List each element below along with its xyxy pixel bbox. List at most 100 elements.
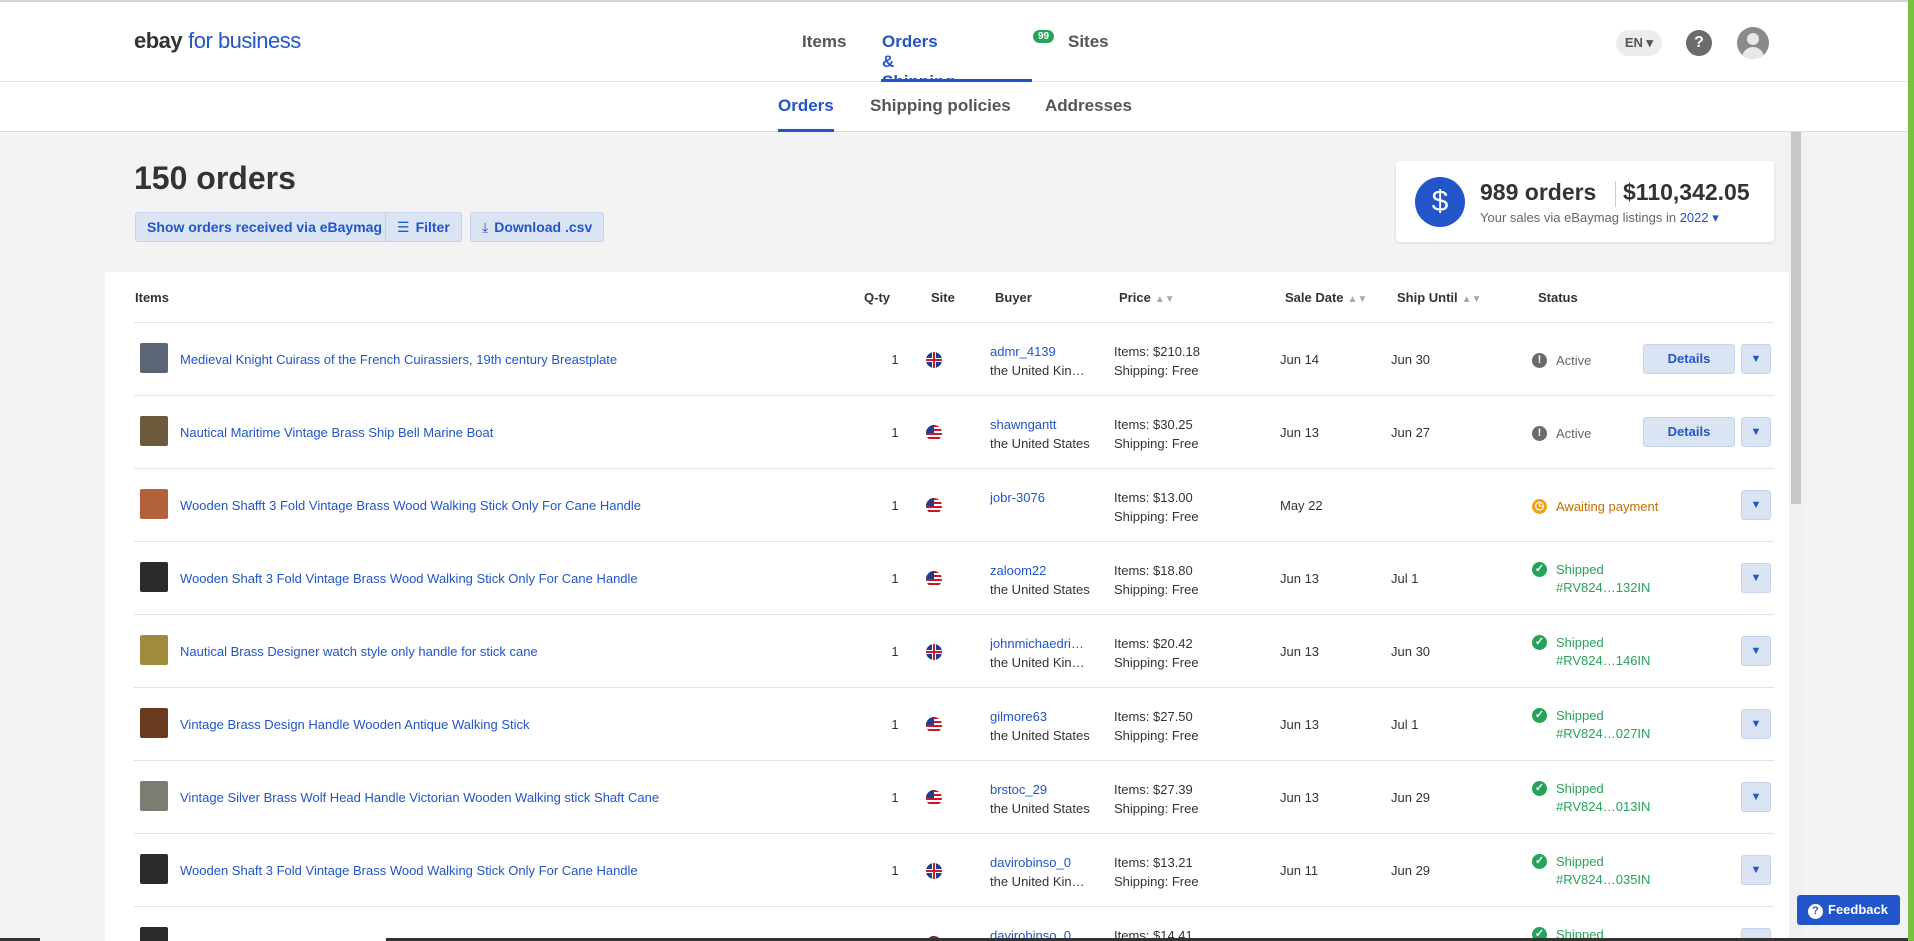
tracking-number[interactable]: #RV824…132IN: [1556, 580, 1650, 595]
sale-date: Jun 13: [1280, 717, 1320, 732]
item-thumbnail[interactable]: [140, 416, 168, 446]
item-title-link[interactable]: Wooden Shaft 3 Fold Vintage Brass Wood W…: [180, 571, 638, 586]
item-qty: 1: [891, 790, 899, 805]
chevron-down-icon[interactable]: ▼: [1741, 636, 1771, 666]
tab-active-indicator: [778, 129, 834, 132]
buyer-name-link[interactable]: johnmichaedri…: [990, 634, 1090, 653]
item-qty: 1: [891, 571, 899, 586]
chevron-down-icon[interactable]: ▼: [1741, 417, 1771, 447]
shipping-price: Shipping: Free: [1114, 728, 1199, 743]
item-thumbnail[interactable]: [140, 854, 168, 884]
avatar-head: [1747, 33, 1759, 45]
buyer-name-link[interactable]: gilmore63: [990, 707, 1090, 726]
item-thumbnail[interactable]: [140, 708, 168, 738]
user-avatar[interactable]: [1737, 27, 1769, 59]
price-cell: Items: $18.80 Shipping: Free: [1114, 561, 1199, 599]
shipping-price: Shipping: Free: [1114, 801, 1199, 816]
status-label: Active: [1556, 353, 1592, 368]
col-sale-date[interactable]: Sale Date ▲▼: [1285, 290, 1367, 305]
item-thumbnail[interactable]: [140, 927, 168, 941]
table-row[interactable]: Vintage Silver Brass Wolf Head Handle Vi…: [105, 761, 1789, 834]
col-ship-until[interactable]: Ship Until ▲▼: [1397, 290, 1481, 305]
buyer-name-link[interactable]: zaloom22: [990, 561, 1090, 580]
buyer-cell: shawngantt the United States: [990, 415, 1090, 453]
sale-date: Jun 13: [1280, 571, 1320, 586]
scrollbar-thumb[interactable]: [1791, 132, 1801, 504]
item-thumbnail[interactable]: [140, 343, 168, 373]
sale-date: Jun 14: [1280, 352, 1320, 367]
status-text: Shipped #RV824…027IN: [1556, 707, 1650, 743]
nav-sites[interactable]: Sites: [1068, 32, 1109, 52]
shipping-price: Shipping: Free: [1114, 655, 1199, 670]
buyer-name-link[interactable]: shawngantt: [990, 415, 1090, 434]
tab-orders[interactable]: Orders: [778, 96, 834, 116]
items-price: Items: $30.25: [1114, 417, 1193, 432]
sale-date: Jun 13: [1280, 790, 1320, 805]
buyer-name-link[interactable]: admr_4139: [990, 342, 1090, 361]
check-icon: ✓: [1532, 708, 1547, 723]
download-csv-button[interactable]: ⤓ Download .csv: [470, 212, 605, 242]
item-thumbnail[interactable]: [140, 489, 168, 519]
chevron-down-icon[interactable]: ▼: [1741, 782, 1771, 812]
ship-until: Jul 1: [1391, 717, 1419, 732]
help-icon[interactable]: ?: [1686, 30, 1712, 56]
table-row[interactable]: Nautical Maritime Vintage Brass Ship Bel…: [105, 396, 1789, 469]
item-title-link[interactable]: Nautical Brass Designer watch style only…: [180, 644, 538, 659]
table-row[interactable]: Medieval Knight Cuirass of the French Cu…: [105, 323, 1789, 396]
tab-shipping-policies[interactable]: Shipping policies: [870, 96, 1011, 116]
stats-orders-count: 989 orders: [1480, 179, 1597, 205]
buyer-country: the United States: [990, 801, 1090, 816]
item-title-link[interactable]: Medieval Knight Cuirass of the French Cu…: [180, 352, 617, 367]
check-icon: ✓: [1532, 562, 1547, 577]
table-row[interactable]: davirobinso_0Items: $14.41✓Shipped▼: [105, 907, 1789, 941]
chevron-down-icon[interactable]: ▼: [1741, 344, 1771, 374]
item-title-link[interactable]: Vintage Silver Brass Wolf Head Handle Vi…: [180, 790, 659, 805]
table-row[interactable]: Wooden Shafft 3 Fold Vintage Brass Wood …: [105, 469, 1789, 542]
item-title-link[interactable]: Vintage Brass Design Handle Wooden Antiq…: [180, 717, 530, 732]
tracking-number[interactable]: #RV824…013IN: [1556, 799, 1650, 814]
sort-icon: ▲▼: [1154, 294, 1175, 305]
details-button[interactable]: Details: [1643, 417, 1735, 447]
show-ebaymag-orders-button[interactable]: Show orders received via eBaymag: [135, 212, 394, 242]
ebay-for-business-logo[interactable]: ebay for business: [134, 28, 301, 54]
item-title-link[interactable]: Wooden Shafft 3 Fold Vintage Brass Wood …: [180, 498, 641, 513]
language-selector[interactable]: EN ▾: [1616, 30, 1662, 56]
item-thumbnail[interactable]: [140, 635, 168, 665]
details-button[interactable]: Details: [1643, 344, 1735, 374]
nav-items[interactable]: Items: [802, 32, 846, 52]
price-cell: Items: $13.21 Shipping: Free: [1114, 853, 1199, 891]
buyer-name-link[interactable]: jobr-3076: [990, 488, 1090, 507]
table-row[interactable]: Nautical Brass Designer watch style only…: [105, 615, 1789, 688]
buyer-name-link[interactable]: brstoc_29: [990, 780, 1090, 799]
status-text: Shipped #RV824…013IN: [1556, 780, 1650, 816]
chevron-down-icon[interactable]: ▼: [1741, 709, 1771, 739]
dollar-icon: $: [1415, 177, 1465, 227]
table-row[interactable]: Wooden Shaft 3 Fold Vintage Brass Wood W…: [105, 542, 1789, 615]
tracking-number[interactable]: #RV824…027IN: [1556, 726, 1650, 741]
items-price: Items: $210.18: [1114, 344, 1200, 359]
chevron-down-icon[interactable]: ▼: [1741, 490, 1771, 520]
buyer-country: the United States: [990, 436, 1090, 451]
stats-subtitle: Your sales via eBaymag listings in 2022 …: [1480, 210, 1719, 226]
table-row[interactable]: Vintage Brass Design Handle Wooden Antiq…: [105, 688, 1789, 761]
tracking-number[interactable]: #RV824…146IN: [1556, 653, 1650, 668]
chevron-down-icon[interactable]: ▼: [1741, 563, 1771, 593]
col-price[interactable]: Price ▲▼: [1119, 290, 1175, 305]
item-title-link[interactable]: Nautical Maritime Vintage Brass Ship Bel…: [180, 425, 493, 440]
status-text: Shipped #RV824…132IN: [1556, 561, 1650, 597]
items-price: Items: $27.50: [1114, 709, 1193, 724]
item-thumbnail[interactable]: [140, 781, 168, 811]
stats-year-selector[interactable]: 2022 ▾: [1680, 210, 1719, 225]
buyer-cell: brstoc_29the United States: [990, 780, 1090, 818]
buyer-name-link[interactable]: davirobinso_0: [990, 853, 1090, 872]
table-row[interactable]: Wooden Shaft 3 Fold Vintage Brass Wood W…: [105, 834, 1789, 907]
item-title-link[interactable]: Wooden Shaft 3 Fold Vintage Brass Wood W…: [180, 863, 638, 878]
item-thumbnail[interactable]: [140, 562, 168, 592]
filter-button[interactable]: ☰ Filter: [385, 212, 462, 242]
tab-addresses[interactable]: Addresses: [1045, 96, 1132, 116]
check-icon: ✓: [1532, 635, 1547, 650]
tracking-number[interactable]: #RV824…035IN: [1556, 872, 1650, 887]
col-sale-date-label: Sale Date: [1285, 290, 1344, 305]
chevron-down-icon[interactable]: ▼: [1741, 855, 1771, 885]
feedback-button[interactable]: ? Feedback: [1797, 895, 1900, 925]
